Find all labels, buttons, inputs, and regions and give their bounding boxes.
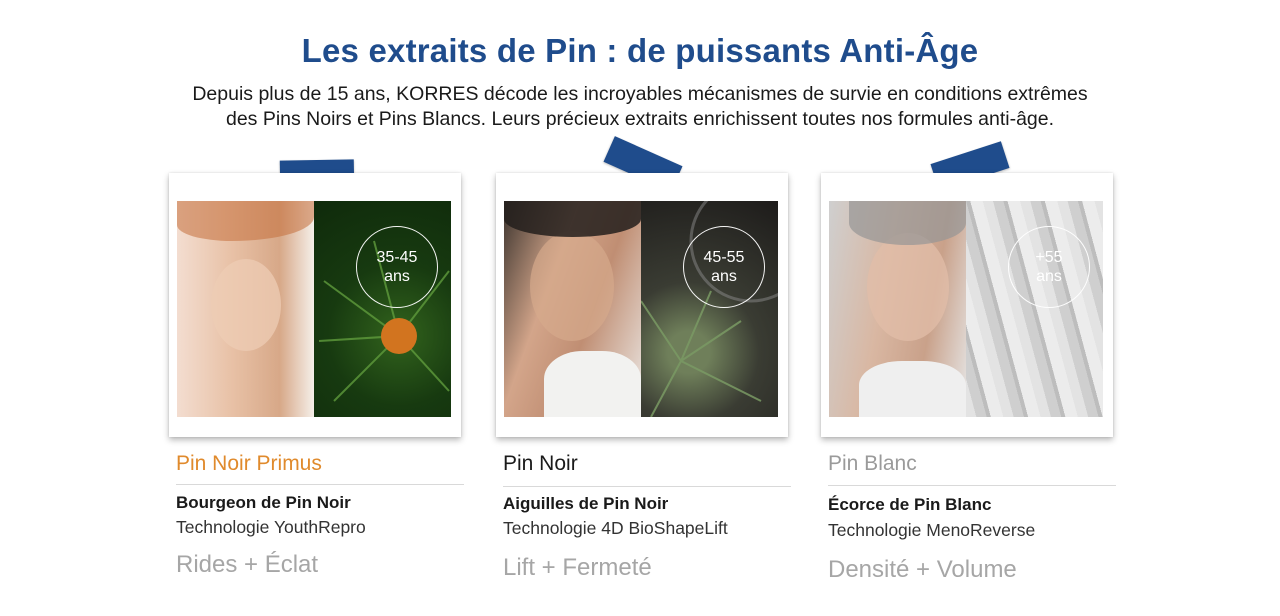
line-name: Pin Noir [503,452,578,475]
age-unit: ans [384,268,410,285]
product-card-pin-blanc[interactable]: +55 ans Pin Blanc Écorce de Pin Blanc Te… [821,0,1121,616]
pine-needles-image: 45-55 ans [641,201,778,417]
divider [503,486,791,487]
line-name: Pin Blanc [828,452,917,475]
age-unit: ans [1036,268,1062,285]
polaroid-frame: 45-55 ans [496,173,788,437]
divider [176,484,464,485]
age-badge: 45-55 ans [683,226,765,308]
ingredient-name: Bourgeon de Pin Noir [176,493,351,512]
benefit-text: Rides + Éclat [176,551,319,578]
product-card-pin-noir[interactable]: 45-55 ans Pin Noir Aiguilles de Pin Noir… [496,0,796,616]
product-photo: 45-55 ans [504,201,778,417]
product-photo: 35-45 ans [177,201,451,417]
pine-bud-image: 35-45 ans [314,201,451,417]
ingredient-name: Écorce de Pin Blanc [828,495,992,514]
technology-name: Technologie YouthRepro [176,517,366,537]
polaroid-frame: +55 ans [821,173,1113,437]
technology-name: Technologie MenoReverse [828,520,1036,540]
ingredient-name: Aiguilles de Pin Noir [503,494,669,513]
benefit-text: Densité + Volume [828,556,1017,583]
product-photo: +55 ans [829,201,1103,417]
age-range: 35-45 [376,249,418,266]
age-unit: ans [711,268,737,285]
divider [828,485,1116,486]
age-badge: +55 ans [1008,226,1090,308]
face-image [504,201,641,417]
technology-name: Technologie 4D BioShapeLift [503,518,728,538]
product-card-pin-noir-primus[interactable]: 35-45 ans Pin Noir Primus Bourgeon de Pi… [169,0,469,616]
polaroid-frame: 35-45 ans [169,173,461,437]
face-image [177,201,314,417]
pine-bark-image: +55 ans [966,201,1103,417]
benefit-text: Lift + Fermeté [503,554,652,581]
age-range: +55 [1035,249,1063,266]
face-image [829,201,966,417]
line-name: Pin Noir Primus [176,452,322,475]
age-badge: 35-45 ans [356,226,438,308]
age-range: 45-55 [703,249,745,266]
